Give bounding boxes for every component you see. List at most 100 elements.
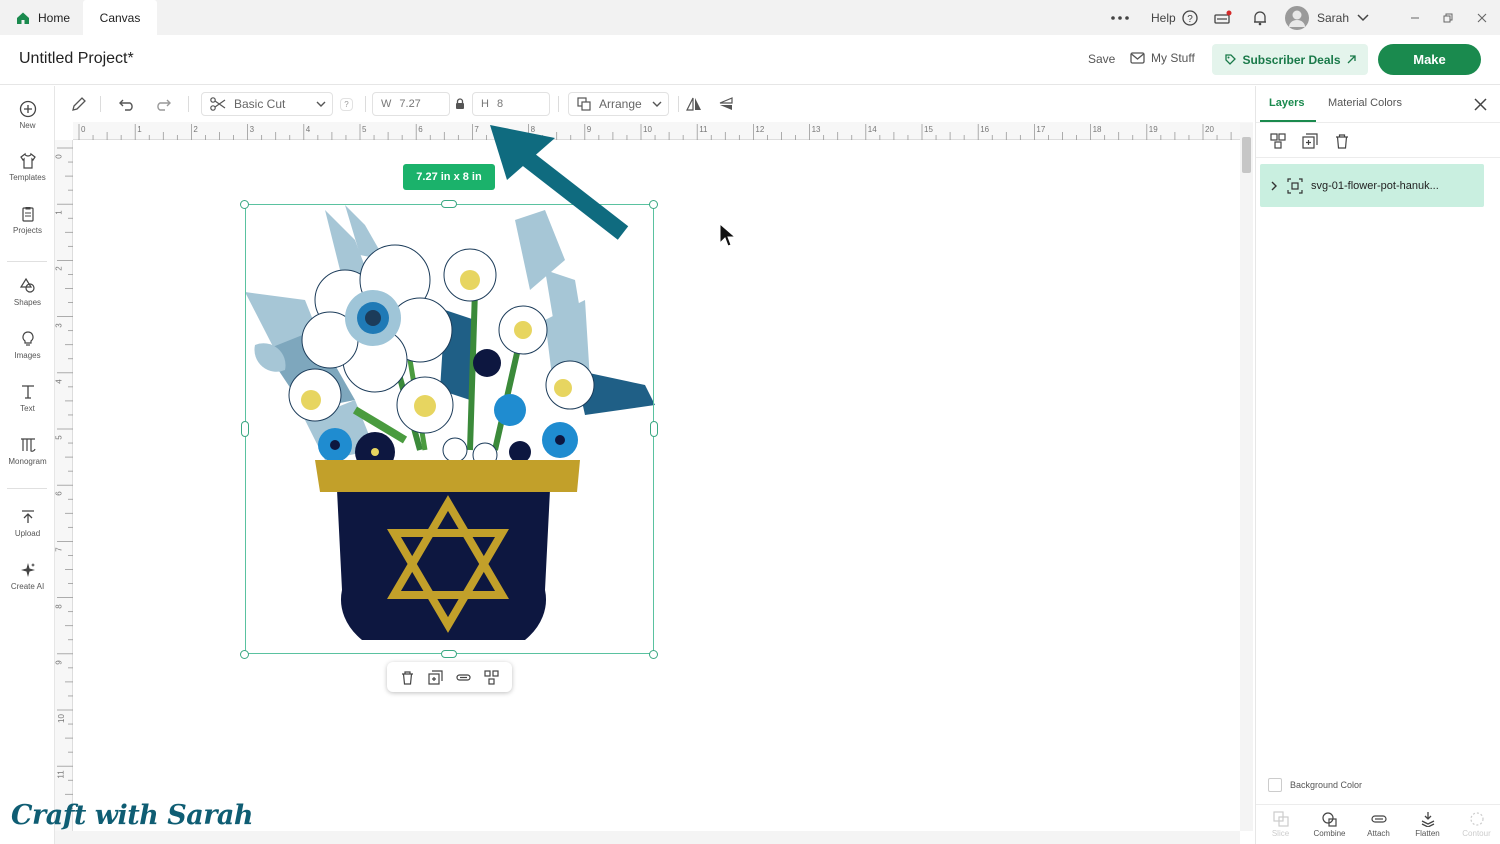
ruler-label: 13 — [811, 125, 821, 134]
avatar — [1285, 5, 1309, 30]
background-color-toggle[interactable]: Background Color — [1268, 778, 1362, 792]
horizontal-ruler: 0 1 2 3 4 5 6 7 8 9 10 11 12 13 14 15 16 17 18 19 20 — [73, 122, 1253, 140]
ruler-label: 0 — [81, 125, 86, 134]
ruler-label: 2 — [193, 125, 198, 134]
close-window-button[interactable] — [1477, 0, 1487, 35]
ruler-label: 10 — [56, 714, 66, 723]
nav-shapes[interactable]: Shapes — [0, 277, 55, 325]
nav-projects[interactable]: Projects — [0, 205, 55, 253]
nav-new-label: New — [19, 121, 36, 130]
ruler-label: 10 — [643, 125, 652, 134]
attach-icon — [1370, 815, 1387, 823]
height-value: 8 — [496, 98, 504, 110]
flatten-label: Flatten — [1415, 829, 1440, 838]
flip-horizontal-button[interactable] — [686, 92, 702, 116]
ruler-label: 16 — [980, 125, 990, 134]
tab-home[interactable]: Home — [12, 0, 84, 35]
arrange-label: Arrange — [599, 97, 642, 111]
resize-handle-bottom[interactable] — [441, 650, 457, 658]
resize-handle-top[interactable] — [441, 200, 457, 208]
mouse-cursor-icon — [719, 223, 737, 247]
trash-icon[interactable] — [400, 670, 415, 685]
chevron-down-icon — [1357, 13, 1369, 21]
nav-monogram[interactable]: Monogram — [0, 436, 55, 484]
project-title[interactable]: Untitled Project* — [19, 50, 134, 68]
my-stuff-button[interactable]: My Stuff — [1130, 51, 1195, 65]
width-input[interactable]: W 7.27 — [372, 92, 450, 116]
svg-text:?: ? — [1187, 14, 1193, 25]
edit-pencil-button[interactable] — [71, 92, 87, 116]
combine-button[interactable]: Combine — [1308, 811, 1352, 838]
redo-button[interactable] — [155, 92, 171, 116]
nav-templates[interactable]: Templates — [0, 152, 55, 200]
nav-text[interactable]: Text — [0, 383, 55, 431]
minimize-icon — [1411, 17, 1419, 18]
ruler-label: 11 — [699, 125, 708, 134]
layer-name: svg-01-flower-pot-hanuk... — [1311, 179, 1439, 192]
restore-button[interactable] — [1443, 0, 1453, 35]
ruler-label: 7 — [474, 125, 479, 134]
operation-help-button[interactable]: ? — [340, 98, 353, 111]
nav-projects-label: Projects — [13, 226, 42, 235]
ruler-label: 6 — [55, 491, 64, 496]
group-icon[interactable] — [484, 669, 499, 685]
resize-handle-top-left[interactable] — [240, 200, 249, 209]
duplicate-icon[interactable] — [428, 669, 443, 685]
machine-button[interactable] — [1214, 0, 1232, 35]
attach-icon[interactable] — [456, 670, 471, 685]
subscriber-deals-button[interactable]: Subscriber Deals — [1212, 44, 1368, 75]
chevron-right-icon[interactable] — [1270, 181, 1278, 191]
undo-button[interactable] — [119, 92, 135, 116]
help-button[interactable]: Help ? — [1151, 0, 1198, 35]
flatten-button[interactable]: Flatten — [1406, 811, 1450, 838]
nav-new[interactable]: New — [0, 100, 55, 148]
ruler-label: 4 — [305, 125, 311, 134]
toolbar-divider — [365, 96, 366, 112]
resize-handle-bottom-left[interactable] — [240, 650, 249, 659]
flatten-icon — [1421, 812, 1434, 827]
combine-icon — [1321, 812, 1337, 827]
nav-upload[interactable]: Upload — [0, 508, 55, 556]
bell-icon — [1254, 10, 1266, 25]
resize-handle-right[interactable] — [650, 421, 658, 437]
more-options-button[interactable] — [1110, 0, 1130, 35]
arrange-dropdown[interactable]: Arrange — [568, 92, 669, 116]
nav-create-ai[interactable]: Create AI — [0, 561, 55, 609]
ruler-label: 0 — [55, 154, 64, 159]
nav-images[interactable]: Images — [0, 330, 55, 378]
resize-handle-bottom-right[interactable] — [649, 650, 658, 659]
notifications-button[interactable] — [1252, 0, 1268, 35]
lock-aspect-button[interactable] — [455, 92, 465, 116]
save-button[interactable]: Save — [1088, 52, 1115, 66]
close-icon[interactable] — [1474, 98, 1487, 111]
make-button[interactable]: Make — [1378, 44, 1481, 75]
canvas-vertical-scrollbar[interactable] — [1240, 123, 1253, 831]
user-menu[interactable]: Sarah — [1285, 0, 1369, 35]
minimize-button[interactable] — [1410, 0, 1420, 35]
tab-layers[interactable]: Layers — [1269, 97, 1304, 109]
trash-icon[interactable] — [1334, 133, 1350, 149]
group-icon[interactable] — [1270, 133, 1286, 149]
duplicate-icon[interactable] — [1302, 133, 1318, 149]
canvas-horizontal-scrollbar[interactable] — [55, 831, 1240, 844]
selection-box[interactable] — [245, 204, 654, 654]
operation-value: Basic Cut — [234, 97, 286, 111]
resize-handle-left[interactable] — [241, 421, 249, 437]
background-color-checkbox[interactable] — [1268, 778, 1282, 792]
slice-button[interactable]: Slice — [1259, 811, 1303, 838]
flip-vertical-button[interactable] — [718, 92, 734, 116]
tab-canvas[interactable]: Canvas — [83, 0, 157, 35]
lightbulb-icon — [21, 331, 34, 346]
layer-item[interactable]: svg-01-flower-pot-hanuk... — [1260, 164, 1484, 207]
resize-handle-top-right[interactable] — [649, 200, 658, 209]
attach-button[interactable]: Attach — [1357, 811, 1401, 838]
ruler-label: 15 — [924, 125, 933, 134]
contour-button[interactable]: Contour — [1455, 811, 1499, 838]
tab-material-colors[interactable]: Material Colors — [1328, 97, 1402, 109]
operation-select[interactable]: Basic Cut — [201, 92, 333, 116]
ruler-label: 18 — [1092, 125, 1102, 134]
scrollbar-thumb[interactable] — [1242, 137, 1251, 173]
chevron-down-icon — [652, 101, 662, 107]
height-input[interactable]: H 8 — [472, 92, 550, 116]
slice-label: Slice — [1271, 829, 1290, 838]
